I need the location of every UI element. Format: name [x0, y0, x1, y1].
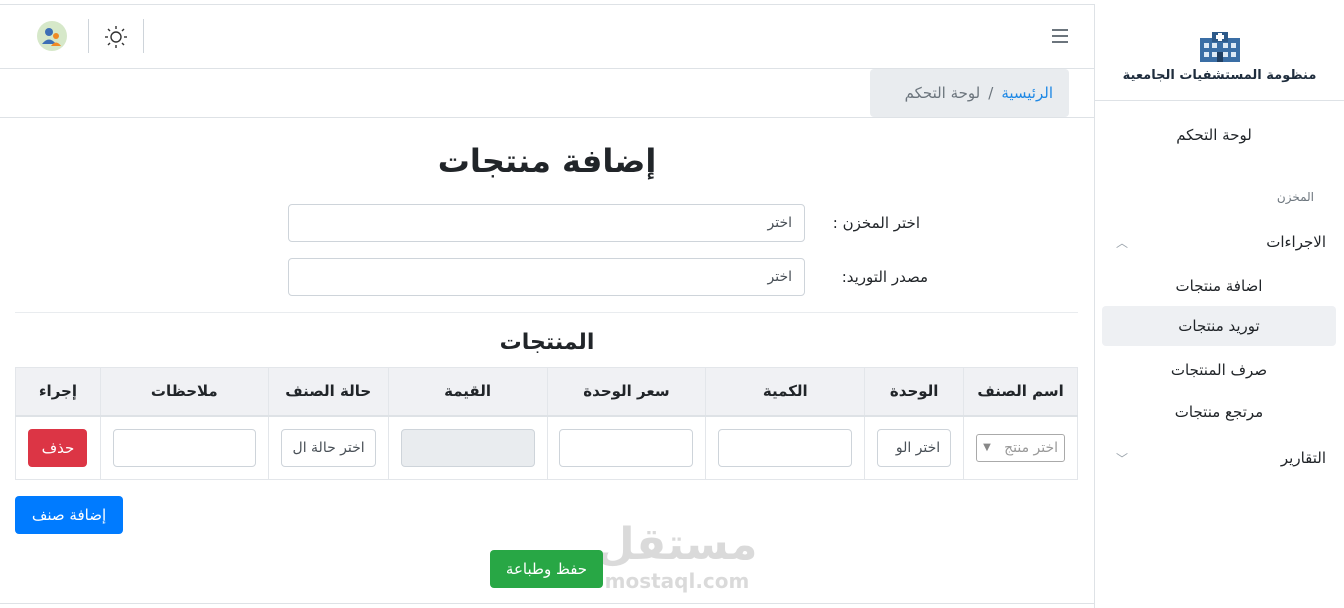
sidebar-group-label: التقارير	[1280, 449, 1326, 467]
item-status-select[interactable]: اختر حالة ال	[280, 428, 376, 467]
breadcrumb-home-link[interactable]: الرئيسية	[1001, 84, 1053, 102]
table-header-row: اسم الصنف الوحدة الكمية سعر الوحدة القيم…	[15, 367, 1078, 417]
divider	[15, 312, 1078, 313]
sidebar-section-warehouse: المخزن	[1276, 190, 1314, 204]
delete-row-button[interactable]: حذف	[28, 428, 88, 467]
breadcrumb-current: لوحة التحكم	[904, 84, 981, 102]
products-section-title: المنتجات	[499, 330, 595, 355]
header-notes: ملاحظات	[99, 367, 269, 417]
unit-select[interactable]: اختر الو	[877, 428, 952, 467]
header-item-status: حالة الصنف	[267, 367, 389, 417]
quantity-input[interactable]	[718, 428, 853, 467]
save-print-button[interactable]: حفظ وطباعة	[490, 550, 603, 588]
warehouse-select[interactable]: اختر	[288, 204, 805, 242]
brand-title: منظومة المستشفيات الجامعية	[1122, 67, 1317, 83]
add-item-button[interactable]: إضافة صنف	[15, 496, 123, 534]
header-unit-price: سعر الوحدة	[546, 367, 707, 417]
dropdown-arrow-icon: ▼	[983, 441, 991, 453]
sun-icon[interactable]	[104, 25, 128, 49]
product-select[interactable]: اختر منتج ▼	[976, 433, 1066, 462]
sidebar-group-reports[interactable]: التقارير ﹀	[1116, 449, 1326, 467]
chevron-down-icon: ﹀	[1116, 451, 1129, 466]
divider	[143, 19, 144, 53]
sidebar-item-return-products[interactable]: مرتجع منتجات	[1102, 392, 1336, 432]
header-value: القيمة	[387, 367, 548, 417]
header-action: إجراء	[15, 367, 101, 417]
unit-price-input[interactable]	[559, 428, 694, 467]
sidebar-group-label: الاجراءات	[1266, 233, 1326, 251]
supply-source-label: مصدر التوريد:	[841, 268, 928, 286]
divider	[88, 19, 89, 53]
user-avatar-icon[interactable]	[37, 21, 67, 51]
header-quantity: الكمية	[705, 367, 866, 417]
header-unit: الوحدة	[864, 367, 965, 417]
hospital-logo-icon	[1199, 31, 1240, 62]
watermark-logo: مستقل mostaql.com	[596, 519, 758, 593]
chevron-up-icon: ︿	[1116, 235, 1129, 250]
value-field	[400, 428, 535, 467]
top-navbar	[0, 4, 1094, 69]
users-icon	[42, 28, 61, 46]
sidebar-item-add-products[interactable]: اضافة منتجات	[1102, 266, 1336, 306]
breadcrumb-row: الرئيسية / لوحة التحكم	[0, 69, 1094, 118]
table-row: اختر منتج ▼ اختر الو اختر حالة ال حذف	[15, 415, 1078, 480]
header-item-name: اسم الصنف	[963, 367, 1078, 417]
products-table: اسم الصنف الوحدة الكمية سعر الوحدة القيم…	[15, 367, 1078, 480]
breadcrumb-separator: /	[988, 84, 994, 102]
supply-source-select[interactable]: اختر	[288, 258, 805, 296]
page-title: إضافة منتجات	[437, 142, 657, 180]
sidebar-item-supply-products[interactable]: توريد منتجات	[1102, 306, 1336, 346]
warehouse-label: اختر المخزن :	[832, 214, 920, 232]
sidebar-item-dispense-products[interactable]: صرف المنتجات	[1102, 350, 1336, 390]
menu-icon[interactable]	[1052, 29, 1068, 43]
sidebar-group-procedures[interactable]: الاجراءات ︿	[1116, 233, 1326, 251]
sidebar-item-dashboard[interactable]: لوحة التحكم	[1124, 126, 1304, 144]
brand[interactable]: منظومة المستشفيات الجامعية	[1095, 4, 1344, 101]
sidebar: منظومة المستشفيات الجامعية لوحة التحكم ا…	[1094, 4, 1344, 608]
notes-input[interactable]	[112, 428, 256, 467]
breadcrumb: الرئيسية / لوحة التحكم	[870, 69, 1069, 117]
divider	[0, 603, 1094, 604]
